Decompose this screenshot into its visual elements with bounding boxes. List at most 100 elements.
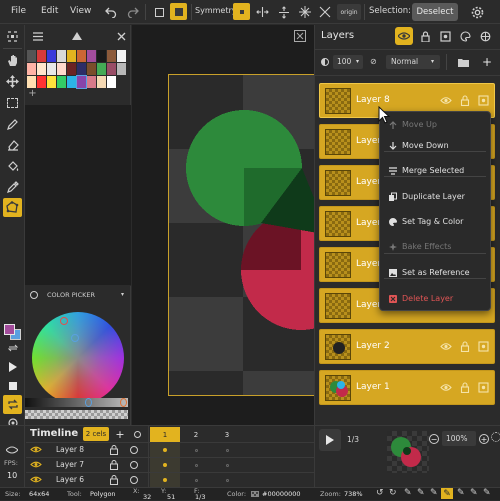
palette-swatch[interactable] xyxy=(57,63,66,75)
preview-play-button[interactable] xyxy=(319,429,341,451)
loop-icon[interactable] xyxy=(3,395,22,414)
frame-number[interactable]: 3 xyxy=(212,427,242,442)
eye-icon[interactable] xyxy=(440,95,452,106)
pixel-canvas[interactable] xyxy=(168,74,316,396)
fit-view-icon[interactable] xyxy=(4,28,21,45)
palette-swatch[interactable] xyxy=(97,63,106,75)
palette-swatch[interactable] xyxy=(87,76,96,88)
layer-options-icon[interactable] xyxy=(478,95,489,106)
menu-item-set-as-reference[interactable]: Set as Reference xyxy=(380,263,490,283)
palette-swatch[interactable] xyxy=(67,50,76,62)
layer-clip-icon[interactable] xyxy=(436,27,454,45)
lock-icon[interactable] xyxy=(416,27,434,45)
symmetry-both-icon[interactable] xyxy=(297,4,313,20)
lock-icon[interactable] xyxy=(460,341,471,352)
timeline-row[interactable]: Layer 8 xyxy=(26,442,314,457)
stop-icon[interactable] xyxy=(4,377,21,394)
deselect-button[interactable]: Deselect xyxy=(412,3,458,21)
add-layer-icon[interactable]: + xyxy=(479,54,495,70)
eye-icon[interactable] xyxy=(440,382,452,393)
bucket-tool-icon[interactable] xyxy=(4,157,21,174)
brush-5-icon[interactable]: ✎ xyxy=(470,488,478,498)
layer-options-icon[interactable] xyxy=(478,341,489,352)
frame-options-icon[interactable] xyxy=(130,427,144,441)
layer-row[interactable]: Layer 1 xyxy=(319,370,495,405)
palette-swatch[interactable] xyxy=(77,50,86,62)
zoom-in-icon[interactable]: + xyxy=(479,434,489,444)
saturation-handle[interactable] xyxy=(71,334,79,342)
menu-view[interactable]: View xyxy=(70,6,91,16)
brush-4-icon[interactable]: ✎ xyxy=(457,488,465,498)
symmetry-none-icon[interactable] xyxy=(233,3,250,20)
undo-icon[interactable] xyxy=(103,4,119,20)
canvas-viewport[interactable] xyxy=(132,25,316,425)
add-swatch-icon[interactable]: + xyxy=(28,88,37,99)
timeline-cel[interactable] xyxy=(150,458,180,472)
lock-icon[interactable] xyxy=(460,95,471,106)
symmetry-horizontal-icon[interactable] xyxy=(254,4,270,20)
color-picker-toggle-icon[interactable] xyxy=(30,291,38,299)
timeline-row[interactable]: Layer 6 xyxy=(26,472,314,487)
settings-icon[interactable] xyxy=(469,4,485,20)
palette-swatch[interactable] xyxy=(27,50,36,62)
hand-tool-icon[interactable] xyxy=(4,52,21,69)
eyedropper-tool-icon[interactable] xyxy=(4,178,21,195)
palette-swatch[interactable] xyxy=(77,63,86,75)
palette-swatch[interactable] xyxy=(107,63,116,75)
fps-value[interactable]: 10 xyxy=(7,471,17,480)
value-slider[interactable] xyxy=(25,398,128,407)
menu-edit[interactable]: Edit xyxy=(41,6,58,16)
brush-2-icon[interactable]: ✎ xyxy=(417,488,425,498)
hue-handle[interactable] xyxy=(60,317,68,325)
palette-swatch[interactable] xyxy=(57,50,66,62)
palette-swatch[interactable] xyxy=(37,76,46,88)
palette-swatch[interactable] xyxy=(27,76,36,88)
palette-swatch[interactable] xyxy=(37,63,46,75)
menu-item-move-down[interactable]: Move Down xyxy=(380,136,490,156)
palette-swatch[interactable] xyxy=(76,75,87,89)
redo-icon[interactable] xyxy=(125,4,141,20)
lock-icon[interactable] xyxy=(110,475,118,485)
palette-swatch[interactable] xyxy=(47,50,56,62)
menu-item-merge-selected[interactable]: Merge Selected xyxy=(380,161,490,181)
preview-zoom-field[interactable]: 100% xyxy=(442,431,476,446)
color-wheel[interactable] xyxy=(32,312,124,404)
palette-menu-icon[interactable] xyxy=(30,28,46,44)
brush-3-icon[interactable]: ✎ xyxy=(430,488,438,498)
timeline-cel[interactable] xyxy=(181,443,211,457)
layer-palette-icon[interactable] xyxy=(456,27,474,45)
timeline-cel[interactable] xyxy=(181,473,211,487)
preview-settings-icon[interactable] xyxy=(491,432,500,442)
blend-mode-select[interactable]: Normal ▾ xyxy=(386,55,440,69)
brush-6-icon[interactable]: ✎ xyxy=(483,488,491,498)
menu-file[interactable]: File xyxy=(11,6,26,16)
timeline-cel[interactable] xyxy=(212,458,242,472)
select-fill-icon[interactable] xyxy=(170,3,187,20)
timeline-cel[interactable] xyxy=(181,458,211,472)
brush-1-icon[interactable]: ✎ xyxy=(404,488,412,498)
rotate-cw-icon[interactable]: ↻ xyxy=(389,488,397,498)
palette-swatch[interactable] xyxy=(47,76,56,88)
timeline-cel[interactable] xyxy=(212,473,242,487)
palette-swatch[interactable] xyxy=(27,63,36,75)
lock-icon[interactable] xyxy=(110,445,118,455)
palette-swatch[interactable] xyxy=(97,76,106,88)
eye-icon[interactable] xyxy=(440,341,452,352)
maximize-canvas-icon[interactable] xyxy=(294,30,306,42)
frame-number[interactable]: 1 xyxy=(150,427,180,442)
layer-options-icon[interactable] xyxy=(130,446,138,454)
eye-icon[interactable] xyxy=(30,460,42,470)
chevron-down-icon[interactable]: ▾ xyxy=(121,291,124,298)
layer-options-icon[interactable] xyxy=(130,461,138,469)
timeline-cel[interactable] xyxy=(212,443,242,457)
eraser-tool-icon[interactable] xyxy=(4,136,21,153)
palette-swatch[interactable] xyxy=(97,50,106,62)
layer-options-icon[interactable] xyxy=(130,476,138,484)
timeline-cel[interactable] xyxy=(150,473,180,487)
lock-icon[interactable] xyxy=(110,460,118,470)
palette-swatch[interactable] xyxy=(117,63,126,75)
eye-icon[interactable] xyxy=(30,445,42,455)
move-tool-icon[interactable] xyxy=(4,73,21,90)
foreground-color-swatch[interactable] xyxy=(4,324,15,335)
palette-swatch[interactable] xyxy=(87,50,96,62)
